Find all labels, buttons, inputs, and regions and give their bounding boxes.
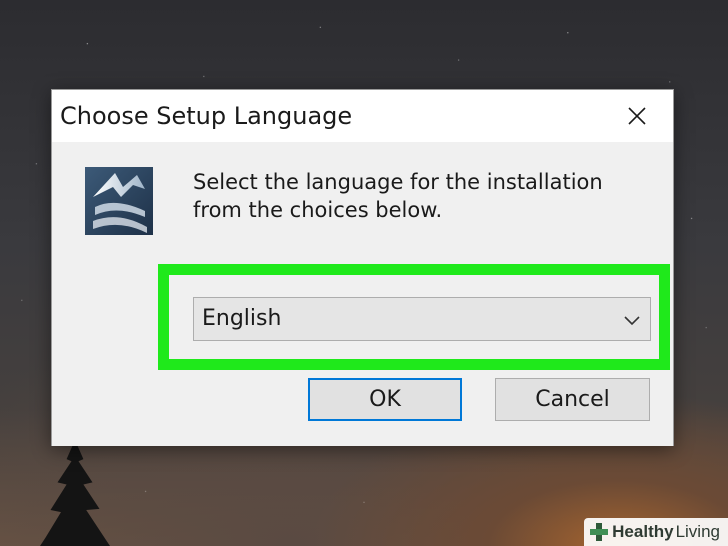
ok-button[interactable]: OK (308, 378, 462, 421)
watermark-brand-bold: Healthy (612, 522, 674, 541)
instruction-text: Select the language for the installation… (193, 170, 603, 222)
setup-language-dialog: Choose Setup Language Select the languag… (51, 89, 674, 446)
language-select-value: English (202, 306, 282, 331)
cancel-button[interactable]: Cancel (495, 378, 650, 421)
dialog-body: Select the language for the installation… (52, 142, 673, 446)
close-button[interactable] (601, 90, 673, 142)
language-select[interactable]: English (193, 297, 651, 341)
dialog-titlebar: Choose Setup Language (52, 90, 673, 142)
setup-app-icon (85, 167, 153, 235)
chevron-down-icon (624, 316, 640, 326)
watermark-brand-rest: Living (675, 522, 720, 541)
dialog-title: Choose Setup Language (60, 102, 353, 130)
plus-logo-icon (590, 523, 609, 541)
watermark: Healthy Living (584, 518, 728, 546)
close-icon (628, 107, 646, 125)
